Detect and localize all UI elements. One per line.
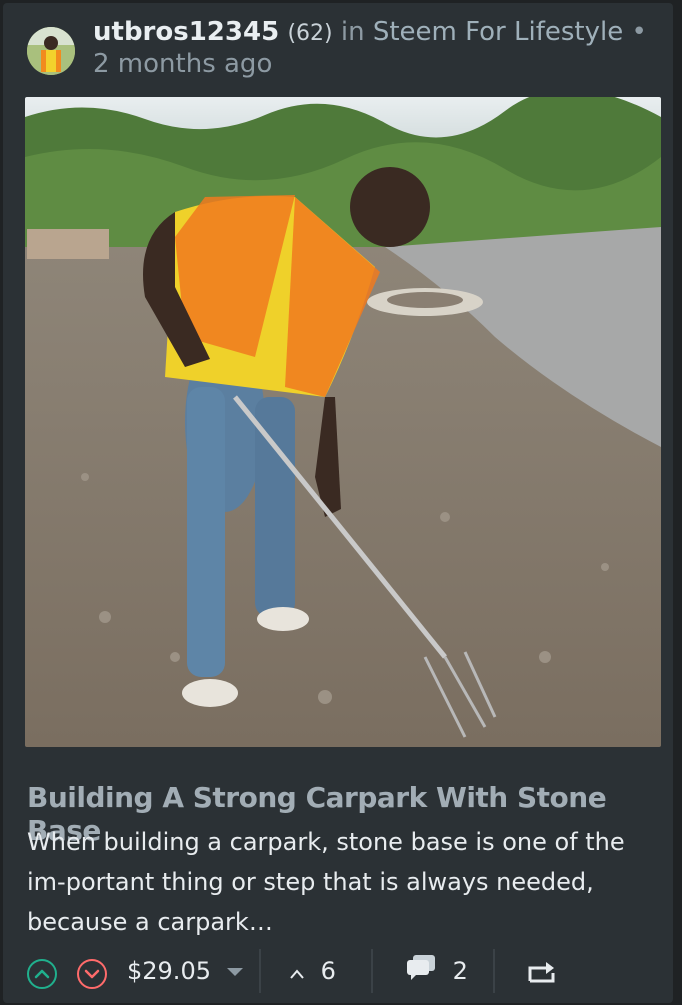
payout-value: $29.05 (127, 957, 211, 985)
divider (259, 949, 261, 993)
upvote-icon[interactable] (27, 959, 57, 989)
author-line: utbros12345 (62) in Steem For Lifestyle … (93, 17, 653, 79)
author-name[interactable]: utbros12345 (93, 17, 279, 47)
payout-dropdown[interactable]: $29.05 (127, 953, 243, 989)
post-card[interactable]: utbros12345 (62) in Steem For Lifestyle … (3, 3, 673, 1003)
downvote-icon[interactable] (77, 959, 107, 989)
post-excerpt[interactable]: When building a carpark, stone base is o… (27, 822, 667, 942)
divider (371, 949, 373, 993)
divider (493, 949, 495, 993)
comment-icon (405, 953, 437, 991)
post-footer: $29.05 6 2 (27, 949, 667, 995)
community-link[interactable]: Steem For Lifestyle (373, 17, 623, 47)
comments-button[interactable]: 2 (405, 953, 468, 991)
caret-down-icon (226, 968, 243, 976)
votes-count: 6 (320, 957, 336, 985)
chevron-up-icon (289, 954, 305, 990)
reblog-icon[interactable] (527, 959, 557, 989)
author-avatar[interactable] (27, 27, 75, 75)
author-reputation: (62) (287, 21, 333, 46)
time-separator: • (631, 17, 647, 47)
comments-count: 2 (452, 957, 468, 985)
post-time: 2 months ago (93, 49, 273, 79)
post-image[interactable] (25, 97, 661, 747)
votes-count-button[interactable]: 6 (289, 953, 336, 990)
in-label: in (340, 17, 365, 47)
